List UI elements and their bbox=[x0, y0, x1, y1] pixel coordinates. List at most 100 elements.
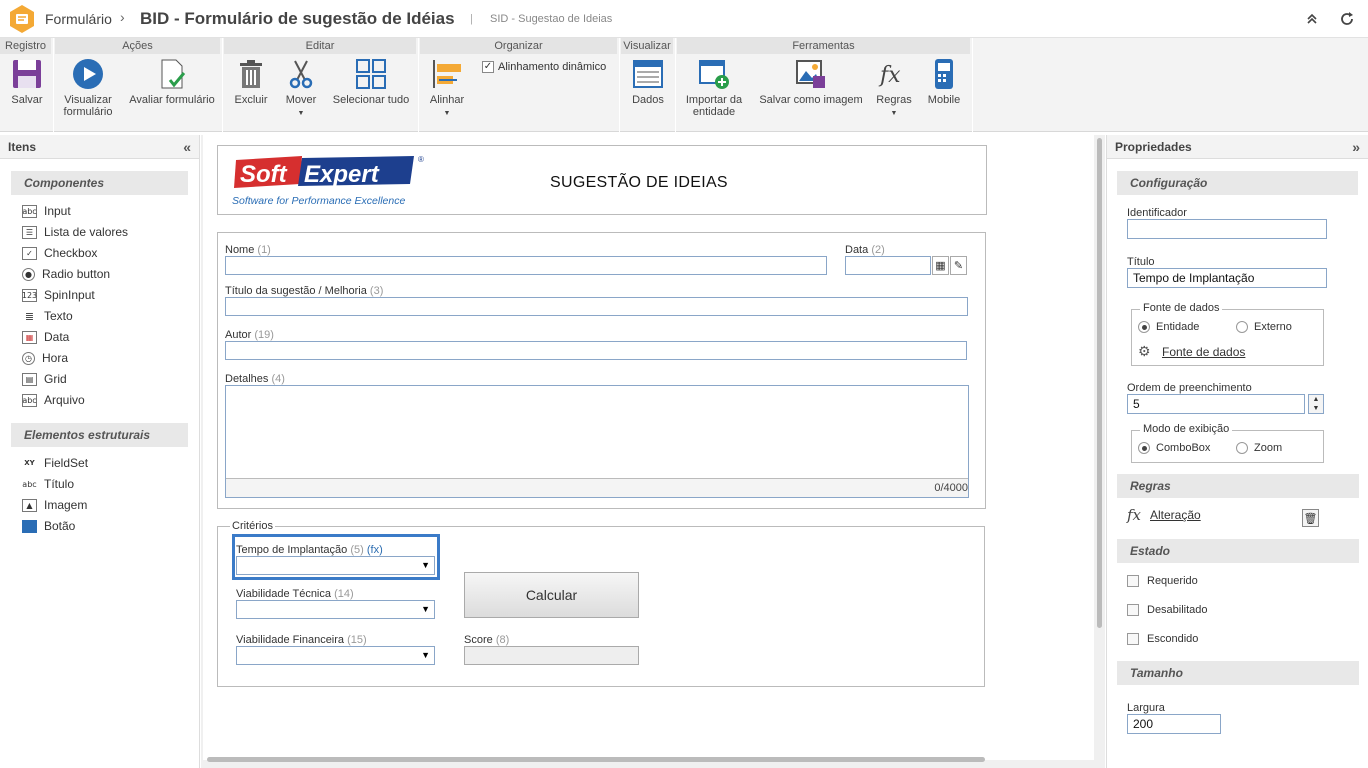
move-label: Mover bbox=[285, 94, 317, 106]
main-fields-panel[interactable]: Nome (1) Data (2) ▦ ✎ Título da sugestão… bbox=[217, 232, 986, 509]
financial-feasibility-select[interactable]: ▼ bbox=[236, 646, 435, 665]
collapse-up-icon[interactable] bbox=[1301, 8, 1323, 30]
implementation-time-select[interactable]: ▼ bbox=[236, 556, 435, 575]
hidden-checkbox[interactable]: Escondido bbox=[1127, 633, 1198, 645]
delete-button[interactable]: Excluir bbox=[230, 58, 272, 106]
input-icon: abc bbox=[22, 205, 37, 218]
component-spininput[interactable]: 123 SpinInput bbox=[0, 285, 199, 306]
entity-radio[interactable]: Entidade bbox=[1138, 321, 1199, 333]
form-header[interactable]: Soft Expert ® Software for Performance E… bbox=[217, 145, 987, 215]
date-input[interactable] bbox=[845, 256, 931, 275]
component-label: Input bbox=[44, 204, 71, 218]
disabled-checkbox[interactable]: Desabilitado bbox=[1127, 604, 1208, 616]
collapse-right-icon[interactable]: » bbox=[1352, 135, 1360, 159]
import-entity-button[interactable]: Importar da entidade bbox=[679, 58, 749, 118]
name-input[interactable] bbox=[225, 256, 827, 275]
delete-rule-trash-icon[interactable]: 🗑 bbox=[1302, 509, 1319, 527]
refresh-icon[interactable] bbox=[1336, 8, 1358, 30]
save-button[interactable]: Salvar bbox=[6, 58, 48, 106]
details-textarea[interactable]: 0/4000 bbox=[225, 385, 969, 498]
preview-form-button[interactable]: Visualizar formulário bbox=[59, 58, 117, 118]
component-label: SpinInput bbox=[44, 288, 95, 302]
component-date[interactable]: ▦ Data bbox=[0, 327, 199, 348]
items-panel-header: Itens « bbox=[0, 135, 199, 159]
spinner-arrows-icon[interactable]: ▲ ▼ bbox=[1308, 394, 1324, 414]
spin-input-icon: 123 bbox=[21, 289, 38, 302]
breadcrumb-chevron-icon: › bbox=[120, 9, 125, 25]
title-prop-input[interactable]: Tempo de Implantação bbox=[1127, 268, 1327, 288]
technical-feasibility-select[interactable]: ▼ bbox=[236, 600, 435, 619]
calendar-icon: ▦ bbox=[22, 331, 37, 344]
fill-order-input[interactable]: 5 bbox=[1127, 394, 1305, 414]
component-label: Lista de valores bbox=[44, 225, 129, 239]
fx-icon: fx bbox=[878, 63, 901, 88]
component-label: FieldSet bbox=[44, 456, 89, 470]
vertical-scrollbar[interactable] bbox=[1097, 138, 1102, 628]
width-input[interactable]: 200 bbox=[1127, 714, 1221, 734]
logo-tagline: Software for Performance Excellence bbox=[232, 195, 405, 207]
author-input[interactable] bbox=[225, 341, 967, 360]
delete-label: Excluir bbox=[234, 94, 268, 106]
move-button[interactable]: Mover ▼ bbox=[280, 58, 322, 120]
ribbon-group-title: Organizar bbox=[420, 38, 619, 54]
combobox-label: ComboBox bbox=[1156, 442, 1211, 454]
component-checkbox[interactable]: ✓ Checkbox bbox=[0, 243, 199, 264]
component-time[interactable]: ◷ Hora bbox=[0, 348, 199, 369]
title-prop-label: Título bbox=[1127, 256, 1155, 268]
checkbox-icon: ✓ bbox=[22, 247, 37, 260]
data-source-link[interactable]: Fonte de dados bbox=[1162, 345, 1245, 359]
rule-change-link[interactable]: Alteração bbox=[1150, 508, 1201, 522]
zoom-radio[interactable]: Zoom bbox=[1236, 442, 1282, 454]
combobox-radio[interactable]: ComboBox bbox=[1138, 442, 1210, 454]
logo-expert-text: Expert bbox=[304, 161, 380, 188]
horizontal-scrollbar[interactable] bbox=[207, 757, 985, 762]
align-button[interactable]: Alinhar ▼ bbox=[426, 58, 468, 120]
checkbox-checked-icon: ✓ bbox=[482, 61, 494, 73]
component-grid[interactable]: ▤ Grid bbox=[0, 369, 199, 390]
rules-button[interactable]: fx Regras ▼ bbox=[873, 58, 915, 120]
evaluate-form-button[interactable]: Avaliar formulário bbox=[125, 58, 219, 106]
identifier-input[interactable] bbox=[1127, 219, 1327, 239]
checkbox-unchecked-icon bbox=[1127, 633, 1139, 645]
mobile-button[interactable]: Mobile bbox=[923, 58, 965, 106]
clear-brush-icon[interactable]: ✎ bbox=[950, 256, 967, 275]
implementation-time-label: Tempo de Implantação (5) (fx) bbox=[236, 544, 383, 556]
ribbon-group-title: Registro bbox=[0, 38, 53, 54]
component-radio[interactable]: ● Radio button bbox=[0, 264, 199, 285]
component-input[interactable]: abc Input bbox=[0, 201, 199, 222]
collapse-left-icon[interactable]: « bbox=[183, 135, 191, 159]
required-checkbox[interactable]: Requerido bbox=[1127, 575, 1198, 587]
identifier-label: Identificador bbox=[1127, 207, 1187, 219]
external-radio[interactable]: Externo bbox=[1236, 321, 1292, 333]
component-text[interactable]: ≣ Texto bbox=[0, 306, 199, 327]
data-button[interactable]: Dados bbox=[627, 58, 669, 106]
image-save-icon bbox=[796, 60, 825, 88]
suggestion-title-input[interactable] bbox=[225, 297, 968, 316]
dynamic-alignment-checkbox[interactable]: ✓ Alinhamento dinâmico bbox=[482, 61, 606, 73]
calendar-icon[interactable]: ▦ bbox=[932, 256, 949, 275]
structural-button[interactable]: Botão bbox=[0, 516, 199, 537]
save-label: Salvar bbox=[11, 94, 43, 106]
form-title: SUGESTÃO DE IDEIAS bbox=[550, 174, 728, 191]
date-label: Data (2) bbox=[845, 244, 885, 256]
details-label: Detalhes (4) bbox=[225, 373, 285, 385]
component-value-list[interactable]: ☰ Lista de valores bbox=[0, 222, 199, 243]
align-left-icon bbox=[433, 60, 461, 88]
financial-feasibility-label: Viabilidade Financeira (15) bbox=[236, 634, 367, 646]
fill-order-label: Ordem de preenchimento bbox=[1127, 382, 1252, 394]
form-design-area: Soft Expert ® Software for Performance E… bbox=[203, 135, 1094, 760]
component-file[interactable]: abc Arquivo bbox=[0, 390, 199, 411]
structural-fieldset[interactable]: XY FieldSet bbox=[0, 453, 199, 474]
mobile-icon bbox=[935, 59, 953, 89]
structural-section-title: Elementos estruturais bbox=[11, 423, 188, 447]
save-as-image-button[interactable]: Salvar como imagem bbox=[757, 58, 865, 106]
calculate-button[interactable]: Calcular bbox=[464, 572, 639, 618]
structural-image[interactable]: ▲ Imagem bbox=[0, 495, 199, 516]
score-input[interactable] bbox=[464, 646, 639, 665]
breadcrumb[interactable]: Formulário bbox=[45, 11, 112, 27]
select-all-button[interactable]: Selecionar tudo bbox=[330, 58, 412, 106]
criteria-fieldset[interactable]: Critérios Tempo de Implantação (5) (fx) … bbox=[217, 520, 985, 687]
structural-title[interactable]: abc Título bbox=[0, 474, 199, 495]
checkbox-unchecked-icon bbox=[1127, 575, 1139, 587]
ribbon-group-title: Editar bbox=[224, 38, 418, 54]
